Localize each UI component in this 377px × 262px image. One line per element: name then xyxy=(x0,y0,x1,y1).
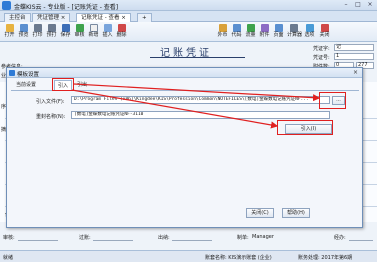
voucher-footer: 审核: 过账: 出纳: 制单: Manager 经办: xyxy=(0,226,377,246)
toolbar-label: 保存 xyxy=(60,32,71,38)
toolbar-print-button[interactable]: 打印 xyxy=(31,24,44,39)
toolbar-label: 附件 xyxy=(259,32,270,38)
handler-label: 经办: xyxy=(334,235,346,241)
new-document-icon xyxy=(89,24,98,32)
printer-icon xyxy=(33,24,42,32)
toolbar-label: 预览 xyxy=(18,32,29,38)
toolbar-close-button[interactable]: 关闭 xyxy=(318,24,331,39)
status-account: 账套名称: KIS演示账套 (企业) xyxy=(205,255,272,261)
import-file-input[interactable]: D:\Program Files (x86)\Kingdee\KIS\Profe… xyxy=(71,96,330,104)
save-icon xyxy=(61,24,70,32)
post-label: 过账: xyxy=(79,235,91,241)
toolbar-label: 页面 xyxy=(273,32,284,38)
annotation-box-import-button xyxy=(277,120,333,135)
gear-icon xyxy=(305,24,314,32)
dialog-title: 模板设置 xyxy=(17,72,40,78)
toolbar-code-button[interactable]: 代码 xyxy=(230,24,243,39)
rename-input[interactable]: [数电]金蝶数电记账凭证NF-3110 xyxy=(71,111,330,119)
attachment-icon xyxy=(260,24,269,32)
toolbar-currency-button[interactable]: 外币 xyxy=(216,24,229,39)
status-ready: 就绪 xyxy=(3,255,14,261)
status-period: 账务处理: 2017年第6期 xyxy=(298,255,353,261)
minimize-button[interactable]: – xyxy=(341,1,351,9)
toolbar-label: 计算器 xyxy=(287,32,303,38)
toolbar-label: 审核 xyxy=(74,32,85,38)
currency-icon xyxy=(218,24,227,32)
toolbar-preview-button[interactable]: 预览 xyxy=(17,24,30,39)
tab-new[interactable]: + xyxy=(137,13,152,22)
voucher-number-field[interactable]: 1 xyxy=(334,53,374,60)
voucher-number-label: 凭证号: xyxy=(313,55,330,61)
exit-icon xyxy=(320,24,329,32)
toolbar-open-button[interactable]: 打开 xyxy=(3,24,16,39)
toolbar-new-button[interactable]: 新增 xyxy=(87,24,100,39)
flow-icon xyxy=(246,24,255,32)
toolbar-delete-button[interactable]: 删除 xyxy=(115,24,128,39)
toolbar-attachment-button[interactable]: 附件 xyxy=(258,24,271,39)
dialog-app-icon xyxy=(9,70,15,76)
audit-icon xyxy=(75,24,84,32)
import-file-label: 引入文件(F): xyxy=(36,99,65,105)
toolbar-label: 外币 xyxy=(217,32,228,38)
document-tabs: 主控台 凭证管理 × 记账凭证 - 查看 × + xyxy=(0,11,377,22)
title-underline xyxy=(150,57,245,58)
close-window-button[interactable]: × xyxy=(365,1,375,9)
toolbar-audit-button[interactable]: 审核 xyxy=(73,24,86,39)
annotation-box-browse xyxy=(319,92,346,109)
annotation-box-import-tab xyxy=(52,78,74,91)
review-line xyxy=(18,240,58,241)
toolbar-label: 打印 xyxy=(32,32,43,38)
post-line xyxy=(93,240,133,241)
code-icon xyxy=(232,24,241,32)
toolbar-label: 插入 xyxy=(102,32,113,38)
maximize-button[interactable]: □ xyxy=(353,1,363,9)
tab-main-console[interactable]: 主控台 xyxy=(4,13,31,22)
template-settings-dialog: 模板设置 × 当前设置 引入 引出 引入文件(F): D:\Program Fi… xyxy=(6,67,363,228)
insert-row-icon xyxy=(103,24,112,32)
voucher-word-label: 凭证字: xyxy=(313,46,330,52)
cashier-line xyxy=(172,240,212,241)
dialog-close-icon[interactable]: × xyxy=(351,69,360,77)
window-title: 金蝶KIS云 - 专业版 - [记账凭证 - 查看] xyxy=(14,4,119,11)
close-button[interactable]: 关闭(C) xyxy=(246,208,274,218)
tab-voucher-view[interactable]: 记账凭证 - 查看 × xyxy=(76,13,131,22)
page-icon xyxy=(274,24,283,32)
toolbar-label: 关闭 xyxy=(319,32,330,38)
dialog-title-bar: 模板设置 × xyxy=(7,68,362,78)
review-label: 审核: xyxy=(3,235,15,241)
tab-voucher-management[interactable]: 凭证管理 × xyxy=(32,13,71,22)
toolbar-label: 流量 xyxy=(245,32,256,38)
preview-icon xyxy=(19,24,28,32)
toolbar-save-button[interactable]: 保存 xyxy=(59,24,72,39)
cashier-label: 出纳: xyxy=(158,235,170,241)
help-button[interactable]: 帮助(H) xyxy=(282,208,310,218)
toolbar-flow-button[interactable]: 流量 xyxy=(244,24,257,39)
maker-label: 制单: xyxy=(237,235,249,241)
toolbar-label: 代码 xyxy=(231,32,242,38)
toolbar-preprint-button[interactable]: 预打 xyxy=(45,24,58,39)
toolbar-insert-button[interactable]: 插入 xyxy=(101,24,114,39)
app-logo-icon xyxy=(2,1,11,10)
maker-value: Manager xyxy=(252,234,274,240)
toolbar-label: 打开 xyxy=(4,32,15,38)
title-bar: 金蝶KIS云 - 专业版 - [记账凭证 - 查看] – □ × xyxy=(0,0,377,11)
toolbar-label: 新增 xyxy=(88,32,99,38)
folder-icon xyxy=(5,24,14,32)
toolbar-label: 选项 xyxy=(304,32,315,38)
printer-icon xyxy=(47,24,56,32)
rename-label: 重封名称(N): xyxy=(36,114,66,120)
calculator-icon xyxy=(289,24,298,32)
toolbar-options-button[interactable]: 选项 xyxy=(303,24,316,39)
toolbar: 打开 预览 打印 预打 保存 审核 新增 插入 删除 外币 代码 流量 附件 页… xyxy=(0,22,377,42)
delete-icon xyxy=(117,24,126,32)
toolbar-label: 预打 xyxy=(46,32,57,38)
toolbar-page-button[interactable]: 页面 xyxy=(272,24,285,39)
toolbar-calculator-button[interactable]: 计算器 xyxy=(287,24,303,39)
status-bar: 就绪 账套名称: KIS演示账套 (企业) 账务处理: 2017年第6期 xyxy=(0,250,377,262)
voucher-word-field[interactable]: 记 xyxy=(334,44,374,51)
handler-line xyxy=(349,240,373,241)
toolbar-label: 删除 xyxy=(116,32,127,38)
tab-current-settings[interactable]: 当前设置 xyxy=(13,80,39,90)
tab-export[interactable]: 引出 xyxy=(74,80,90,90)
